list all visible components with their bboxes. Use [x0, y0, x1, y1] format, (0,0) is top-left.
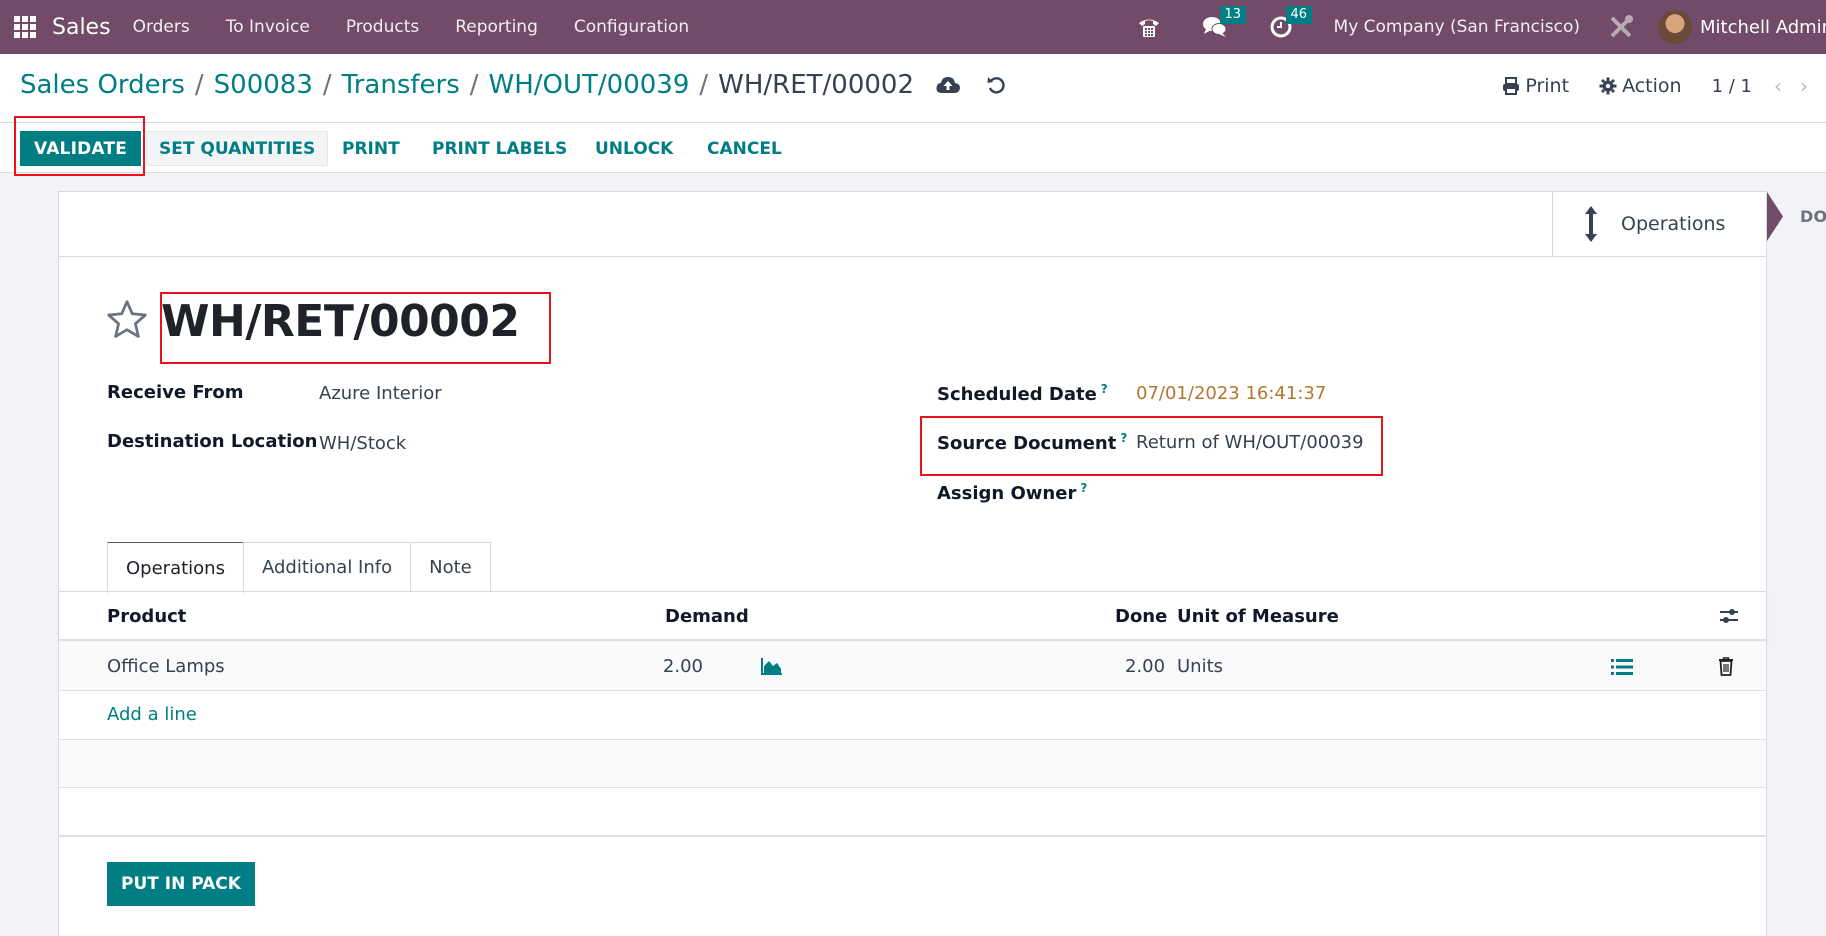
scheduled-date-label: Scheduled Date? [937, 382, 1108, 405]
breadcrumb-separator: / [699, 70, 709, 100]
detailed-operations-list-icon[interactable] [1611, 658, 1633, 681]
receive-from-label: Receive From [107, 382, 244, 403]
print-labels-button[interactable]: PRINT LABELS [432, 131, 567, 166]
add-a-line-link[interactable]: Add a line [107, 704, 197, 725]
cancel-button[interactable]: CANCEL [707, 131, 782, 166]
breadcrumb-transfers[interactable]: Transfers [342, 70, 460, 100]
table-row[interactable]: Office Lamps 2.00 2.00 Units [59, 642, 1766, 691]
done-cell[interactable]: 2.00 [1125, 656, 1165, 677]
print-button[interactable]: PRINT [342, 131, 400, 166]
delete-trash-icon[interactable] [1718, 657, 1734, 681]
top-navbar: Sales Orders To Invoice Products Reporti… [0, 0, 1826, 54]
breadcrumb-separator: / [322, 70, 332, 100]
breadcrumb-separator: / [194, 70, 204, 100]
tab-additional-info[interactable]: Additional Info [242, 542, 412, 592]
control-panel-actions: Print Action 1 / 1 ‹ › [1502, 74, 1826, 98]
scheduled-date-label-text: Scheduled Date [937, 384, 1097, 405]
demand-value: 2.00 [662, 656, 703, 677]
gear-icon [1599, 77, 1617, 95]
notebook-tabs: Operations Additional Info Note [107, 542, 491, 593]
pager-previous-button[interactable]: ‹ [1774, 74, 1782, 98]
star-icon[interactable] [105, 298, 149, 346]
destination-location-field[interactable]: WH/Stock [319, 433, 406, 454]
unlock-button[interactable]: UNLOCK [595, 131, 673, 166]
operations-smart-button[interactable]: Operations [1552, 192, 1766, 256]
messages-badge: 13 [1219, 6, 1247, 24]
menu-products[interactable]: Products [346, 17, 419, 37]
menu-to-invoice[interactable]: To Invoice [226, 17, 310, 37]
breadcrumb-sale-order[interactable]: S00083 [214, 70, 313, 100]
validate-button[interactable]: VALIDATE [20, 131, 142, 166]
pager-next-button[interactable]: › [1800, 74, 1808, 98]
smart-buttons-row: Operations [59, 192, 1766, 257]
product-cell[interactable]: Office Lamps [107, 656, 225, 677]
action-buttons-row: VALIDATE SET QUANTITIES PRINT PRINT LABE… [0, 123, 1826, 241]
user-avatar[interactable] [1658, 10, 1692, 44]
company-switcher[interactable]: My Company (San Francisco) [1334, 17, 1580, 37]
help-icon[interactable]: ? [1120, 431, 1127, 445]
table-bottom-divider [59, 835, 1766, 837]
assign-owner-label: Assign Owner? [937, 481, 1087, 504]
breadcrumb-current: WH/RET/00002 [718, 70, 915, 100]
source-document-label-text: Source Document [937, 433, 1117, 454]
empty-table-row [59, 740, 1766, 788]
breadcrumb-delivery[interactable]: WH/OUT/00039 [489, 70, 690, 100]
operations-smart-label: Operations [1621, 213, 1726, 235]
action-menu-button[interactable]: Action [1599, 75, 1682, 97]
operations-table-header: Product Demand Done Unit of Measure [59, 592, 1766, 641]
stage-done-label: DONE [1799, 207, 1826, 226]
tab-operations[interactable]: Operations [107, 542, 244, 593]
menu-orders[interactable]: Orders [133, 17, 190, 37]
activities-clock-icon[interactable]: 46 [1268, 6, 1313, 40]
menu-reporting[interactable]: Reporting [455, 17, 538, 37]
source-document-label: Source Document? [937, 431, 1127, 454]
print-menu-button[interactable]: Print [1502, 75, 1569, 97]
menu-configuration[interactable]: Configuration [574, 17, 689, 37]
breadcrumb-sales-orders[interactable]: Sales Orders [20, 70, 185, 100]
record-title: WH/RET/00002 [161, 296, 520, 347]
print-menu-label: Print [1525, 75, 1570, 97]
debug-tools-icon[interactable] [1608, 14, 1634, 40]
control-panel: Sales Orders / S00083 / Transfers / WH/O… [0, 54, 1826, 241]
forecast-chart-icon[interactable] [761, 657, 783, 680]
destination-location-label: Destination Location [107, 431, 318, 452]
breadcrumb-separator: / [469, 70, 479, 100]
scheduled-date-field[interactable]: 07/01/2023 16:41:37 [1136, 383, 1326, 404]
uom-cell[interactable]: Units [1177, 656, 1223, 677]
help-icon[interactable]: ? [1080, 481, 1087, 495]
column-done[interactable]: Done [1115, 606, 1167, 627]
put-in-pack-button[interactable]: PUT IN PACK [107, 862, 255, 906]
pager-value[interactable]: 1 / 1 [1712, 76, 1752, 97]
app-name[interactable]: Sales [52, 15, 111, 40]
breadcrumb: Sales Orders / S00083 / Transfers / WH/O… [20, 70, 1006, 100]
save-cloud-icon[interactable] [936, 76, 961, 94]
title-row: WH/RET/00002 [105, 296, 520, 347]
column-unit-of-measure[interactable]: Unit of Measure [1177, 606, 1339, 627]
app-menu-icon[interactable] [14, 16, 36, 38]
optional-columns-toggle-icon[interactable] [1719, 607, 1739, 630]
vertical-arrows-icon [1585, 206, 1597, 242]
source-document-field[interactable]: Return of WH/OUT/00039 [1136, 432, 1364, 453]
phone-icon[interactable] [1136, 14, 1162, 40]
help-icon[interactable]: ? [1101, 382, 1108, 396]
messages-icon[interactable]: 13 [1202, 6, 1247, 40]
set-quantities-button[interactable]: SET QUANTITIES [146, 131, 329, 166]
breadcrumb-row: Sales Orders / S00083 / Transfers / WH/O… [0, 54, 1826, 123]
column-demand[interactable]: Demand [665, 606, 749, 627]
tab-note[interactable]: Note [410, 542, 491, 592]
printer-icon [1503, 77, 1520, 95]
action-menu-label: Action [1622, 75, 1682, 97]
user-menu[interactable]: Mitchell Admin [1700, 17, 1826, 38]
discard-undo-icon[interactable] [986, 75, 1006, 95]
receive-from-field[interactable]: Azure Interior [319, 383, 442, 404]
assign-owner-label-text: Assign Owner [937, 483, 1077, 504]
stage-done[interactable]: DONE [1780, 192, 1826, 241]
form-sheet: Operations WH/RET/00002 Receive From Azu… [58, 191, 1767, 936]
activities-badge: 46 [1285, 6, 1313, 24]
column-product[interactable]: Product [107, 606, 186, 627]
